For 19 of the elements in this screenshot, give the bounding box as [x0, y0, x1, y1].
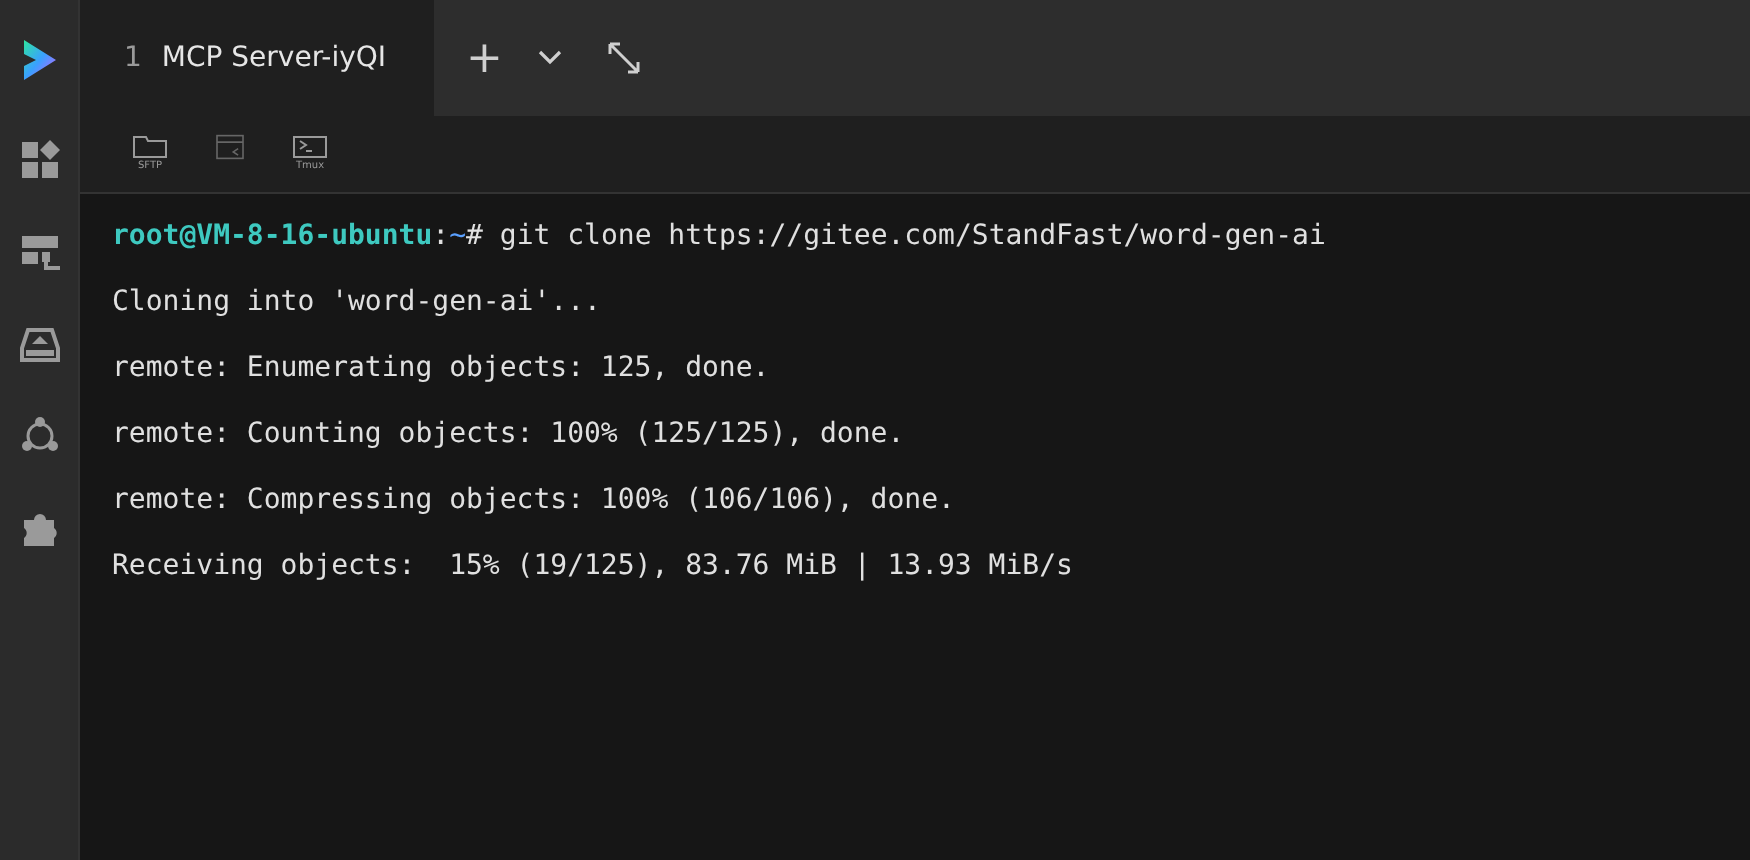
- prompt-user: root@VM-8-16-ubuntu: [112, 220, 433, 252]
- puzzle-icon[interactable]: [19, 508, 59, 548]
- output-line: remote: Enumerating objects: 125, done.: [112, 352, 770, 384]
- output-line: remote: Counting objects: 100% (125/125), done.: [112, 418, 905, 450]
- expand-icon[interactable]: [606, 40, 643, 76]
- output-line: Receiving objects: 15% (19/125), 83.76 MiB | 13.93 MiB/s: [112, 550, 1073, 582]
- apps-icon[interactable]: [19, 140, 59, 180]
- new-tab-button[interactable]: +: [458, 33, 511, 83]
- server-icon[interactable]: [19, 232, 59, 272]
- prompt-separator: :: [432, 220, 450, 252]
- drive-icon[interactable]: [19, 324, 59, 364]
- network-icon[interactable]: [19, 416, 59, 456]
- output-line: Cloning into 'word-gen-ai'...: [112, 286, 601, 318]
- output-line: remote: Compressing objects: 100% (106/106), done.: [112, 484, 955, 516]
- chevron-down-icon[interactable]: [538, 50, 563, 66]
- logo-icon: [19, 36, 59, 84]
- prompt-path: ~: [449, 220, 467, 252]
- command-text: # git clone https://gitee.com/StandFast/word-gen-ai: [466, 220, 1326, 252]
- session-tab[interactable]: 1 MCP Server-iyQI: [80, 0, 434, 116]
